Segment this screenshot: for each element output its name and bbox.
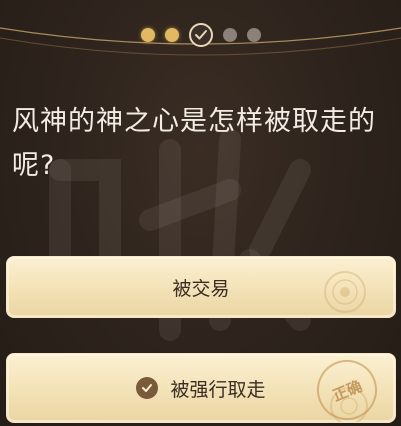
answer-option-1[interactable]: 被交易 [6,256,396,318]
answer-option-label: 被强行取走 [170,378,266,401]
question-text: 风神的神之心是怎样被取走的呢? [12,106,376,181]
progress-indicator [0,20,401,50]
correct-stamp-text: 正确 [329,376,365,405]
selected-check-icon [136,377,159,399]
progress-dot-done [164,28,179,42]
quiz-screen: 风神的神之心是怎样被取走的呢? 被交易 被强行取走 正确 [0,0,401,426]
progress-dot-done [140,28,155,42]
progress-dot-todo [222,28,237,42]
decorative-swirl-icon [324,271,366,313]
progress-dot-todo [246,28,261,42]
answer-option-label: 被交易 [172,277,230,300]
progress-current-check-icon [188,23,213,47]
answer-option-2-selected[interactable]: 被强行取走 正确 [6,353,396,423]
